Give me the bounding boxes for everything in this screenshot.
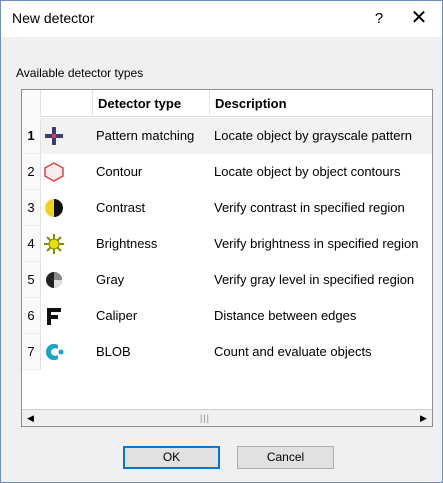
blob-icon bbox=[46, 343, 64, 361]
brightness-sun-icon bbox=[44, 234, 64, 254]
description-cell: Count and evaluate objects bbox=[214, 344, 372, 359]
detector-type-cell: BLOB bbox=[96, 344, 131, 359]
table-row[interactable]: 6 Caliper Distance between edges bbox=[22, 298, 432, 334]
title-bar[interactable]: New detector ? ✕ bbox=[1, 1, 442, 37]
contrast-half-circle-icon bbox=[45, 199, 63, 217]
row-number[interactable]: 7 bbox=[22, 334, 41, 370]
header-corner[interactable] bbox=[22, 90, 41, 117]
dialog-title: New detector bbox=[12, 10, 95, 26]
pattern-matching-cross-icon bbox=[45, 127, 63, 145]
table-header: Detector type Description bbox=[22, 90, 432, 117]
description-cell: Distance between edges bbox=[214, 308, 357, 323]
detector-type-cell: Contrast bbox=[96, 200, 146, 215]
caliper-icon bbox=[47, 308, 61, 325]
table-row[interactable]: 5 Gray Verify gray level in specified re… bbox=[22, 262, 432, 298]
header-icon-column[interactable] bbox=[41, 90, 93, 117]
table-row[interactable]: 1 Pattern matching Locate object by gray… bbox=[22, 118, 432, 154]
detector-type-cell: Contour bbox=[96, 164, 143, 179]
description-cell: Verify gray level in specified region bbox=[214, 272, 415, 287]
gray-circle-icon bbox=[46, 272, 62, 288]
cancel-button[interactable]: Cancel bbox=[237, 446, 334, 469]
table-row[interactable]: 3 Contrast Verify contrast in specified … bbox=[22, 190, 432, 226]
scroll-left-icon[interactable]: ◀ bbox=[22, 410, 39, 426]
close-button[interactable]: ✕ bbox=[405, 6, 433, 32]
description-cell: Locate object by grayscale pattern bbox=[214, 128, 413, 143]
row-number[interactable]: 3 bbox=[22, 190, 41, 226]
scroll-grip-icon[interactable]: ||| bbox=[200, 413, 210, 423]
description-cell: Locate object by object contours bbox=[214, 164, 401, 179]
detector-type-cell: Caliper bbox=[96, 308, 138, 323]
row-number[interactable]: 1 bbox=[22, 118, 41, 154]
detector-type-cell: Pattern matching bbox=[96, 128, 195, 143]
row-number[interactable]: 4 bbox=[22, 226, 41, 262]
ok-button[interactable]: OK bbox=[123, 446, 220, 469]
row-number[interactable]: 6 bbox=[22, 298, 41, 334]
description-cell: Verify brightness in specified region bbox=[214, 236, 419, 251]
table-row[interactable]: 4 Brightness Verify brightness in specif… bbox=[22, 226, 432, 262]
row-number[interactable]: 5 bbox=[22, 262, 41, 298]
column-header-description[interactable]: Description bbox=[211, 90, 432, 117]
description-cell: Verify contrast in specified region bbox=[214, 200, 405, 215]
contour-hexagon-icon bbox=[44, 162, 64, 182]
row-number[interactable]: 2 bbox=[22, 154, 41, 190]
scroll-right-icon[interactable]: ▶ bbox=[415, 410, 432, 426]
horizontal-scrollbar[interactable]: ◀ ||| ▶ bbox=[22, 409, 432, 426]
new-detector-dialog: New detector ? ✕ Available detector type… bbox=[0, 0, 443, 483]
detector-type-cell: Brightness bbox=[96, 236, 158, 251]
detector-type-cell: Gray bbox=[96, 272, 125, 287]
column-header-detector-type[interactable]: Detector type bbox=[94, 90, 210, 117]
table-row[interactable]: 2 Contour Locate object by object contou… bbox=[22, 154, 432, 190]
section-label: Available detector types bbox=[16, 66, 144, 80]
table-row[interactable]: 7 BLOB Count and evaluate objects bbox=[22, 334, 432, 370]
help-button[interactable]: ? bbox=[367, 7, 391, 31]
detector-types-table[interactable]: Detector type Description 1 Pattern matc… bbox=[21, 89, 433, 427]
